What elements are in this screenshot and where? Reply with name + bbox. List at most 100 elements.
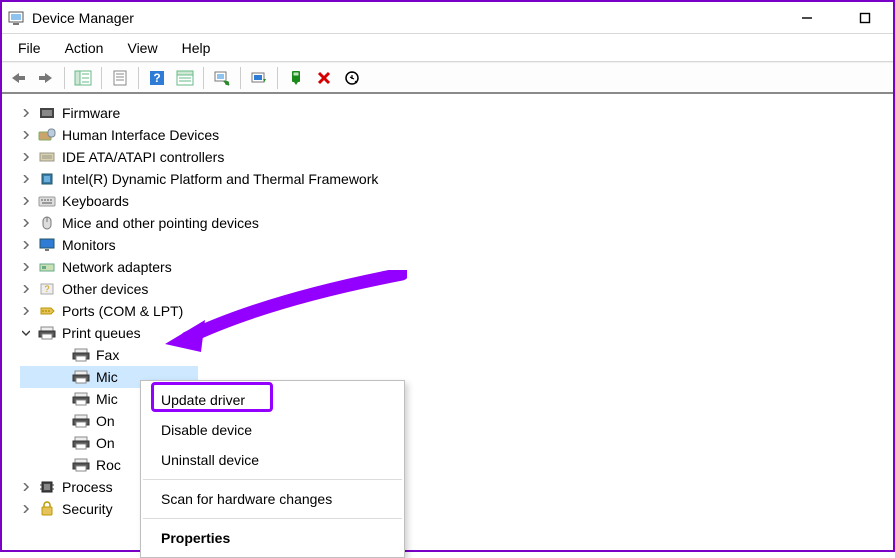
- tree-node-intel-dptf[interactable]: Intel(R) Dynamic Platform and Thermal Fr…: [20, 168, 889, 190]
- disable-device-button[interactable]: [339, 65, 365, 91]
- security-icon: [38, 501, 56, 517]
- firmware-icon: [38, 105, 56, 121]
- scan-hardware-button[interactable]: [209, 65, 235, 91]
- tree-label: Monitors: [62, 237, 116, 253]
- tree-label: Other devices: [62, 281, 148, 297]
- tree-node-monitors[interactable]: Monitors: [20, 234, 889, 256]
- chevron-right-icon[interactable]: [20, 305, 32, 317]
- context-scan-hardware[interactable]: Scan for hardware changes: [141, 484, 404, 514]
- properties-button[interactable]: [107, 65, 133, 91]
- chevron-right-icon[interactable]: [20, 195, 32, 207]
- toolbar-separator: [64, 67, 65, 89]
- tree-label: Mic: [96, 369, 118, 385]
- back-button[interactable]: [5, 65, 31, 91]
- tree-node-ports[interactable]: Ports (COM & LPT): [20, 300, 889, 322]
- processor-icon: [38, 479, 56, 495]
- device-tree[interactable]: Firmware Human Interface Devices IDE ATA…: [2, 94, 893, 550]
- port-icon: [38, 303, 56, 319]
- tree-node-printer[interactable]: Mic: [20, 388, 145, 410]
- tree-node-print-queues[interactable]: Print queues: [20, 322, 889, 344]
- tree-node-printer[interactable]: On: [20, 410, 145, 432]
- tree-node-printer[interactable]: Roc: [20, 454, 145, 476]
- printer-icon: [72, 413, 90, 429]
- tree-label: Roc: [96, 457, 121, 473]
- tree-label: Keyboards: [62, 193, 129, 209]
- tree-label: Mic: [96, 391, 118, 407]
- menu-action[interactable]: Action: [53, 36, 116, 60]
- tree-node-mice[interactable]: Mice and other pointing devices: [20, 212, 889, 234]
- toolbar-separator: [240, 67, 241, 89]
- tree-label: Print queues: [62, 325, 141, 341]
- printer-icon: [72, 369, 90, 385]
- tree-node-printer[interactable]: On: [20, 432, 145, 454]
- chevron-right-icon[interactable]: [20, 173, 32, 185]
- tree-label: Intel(R) Dynamic Platform and Thermal Fr…: [62, 171, 378, 187]
- menu-file[interactable]: File: [6, 36, 53, 60]
- chevron-down-icon[interactable]: [20, 327, 32, 339]
- menubar: File Action View Help: [2, 34, 893, 62]
- network-icon: [38, 259, 56, 275]
- chevron-right-icon[interactable]: [20, 261, 32, 273]
- context-uninstall-device[interactable]: Uninstall device: [141, 445, 404, 475]
- menu-view[interactable]: View: [115, 36, 169, 60]
- tree-label: Network adapters: [62, 259, 172, 275]
- context-disable-device[interactable]: Disable device: [141, 415, 404, 445]
- chevron-right-icon[interactable]: [20, 107, 32, 119]
- tree-label: On: [96, 435, 115, 451]
- toolbar-separator: [203, 67, 204, 89]
- printer-icon: [72, 347, 90, 363]
- tree-node-ide[interactable]: IDE ATA/ATAPI controllers: [20, 146, 889, 168]
- other-device-icon: ?: [38, 281, 56, 297]
- maximize-button[interactable]: [847, 4, 883, 32]
- tree-label: Human Interface Devices: [62, 127, 219, 143]
- help-button[interactable]: ?: [144, 65, 170, 91]
- printer-icon: [72, 457, 90, 473]
- tree-node-other[interactable]: ? Other devices: [20, 278, 889, 300]
- minimize-button[interactable]: [789, 4, 825, 32]
- context-update-driver[interactable]: Update driver: [141, 385, 404, 415]
- chevron-right-icon[interactable]: [20, 151, 32, 163]
- tree-node-firmware[interactable]: Firmware: [20, 102, 889, 124]
- chevron-right-icon[interactable]: [20, 129, 32, 141]
- chevron-right-icon[interactable]: [20, 283, 32, 295]
- printer-icon: [72, 435, 90, 451]
- context-menu: Update driver Disable device Uninstall d…: [140, 380, 405, 558]
- menu-help[interactable]: Help: [170, 36, 223, 60]
- chip-icon: [38, 171, 56, 187]
- forward-button[interactable]: [33, 65, 59, 91]
- chevron-right-icon[interactable]: [20, 239, 32, 251]
- tree-label: Process: [62, 479, 113, 495]
- show-hide-tree-button[interactable]: [70, 65, 96, 91]
- toolbar: ?: [2, 62, 893, 94]
- monitor-icon: [38, 237, 56, 253]
- printer-icon: [72, 391, 90, 407]
- context-separator: [143, 518, 402, 519]
- tree-label: Firmware: [62, 105, 120, 121]
- chevron-right-icon[interactable]: [20, 481, 32, 493]
- tree-label: On: [96, 413, 115, 429]
- context-separator: [143, 479, 402, 480]
- tree-node-hid[interactable]: Human Interface Devices: [20, 124, 889, 146]
- toolbar-separator: [277, 67, 278, 89]
- chevron-right-icon[interactable]: [20, 217, 32, 229]
- tree-node-processors[interactable]: Process: [20, 476, 145, 498]
- enable-device-button[interactable]: [283, 65, 309, 91]
- tree-label: IDE ATA/ATAPI controllers: [62, 149, 224, 165]
- hid-icon: [38, 127, 56, 143]
- keyboard-icon: [38, 193, 56, 209]
- tree-label: Fax: [96, 347, 119, 363]
- tree-node-security[interactable]: Security: [20, 498, 145, 520]
- printer-icon: [38, 325, 56, 341]
- action-button[interactable]: [172, 65, 198, 91]
- tree-label: Security: [62, 501, 113, 517]
- tree-node-keyboards[interactable]: Keyboards: [20, 190, 889, 212]
- tree-node-fax[interactable]: Fax: [20, 344, 889, 366]
- update-driver-button[interactable]: [246, 65, 272, 91]
- chevron-right-icon[interactable]: [20, 503, 32, 515]
- tree-node-network[interactable]: Network adapters: [20, 256, 889, 278]
- titlebar: Device Manager: [2, 2, 893, 34]
- tree-label: Ports (COM & LPT): [62, 303, 183, 319]
- context-properties[interactable]: Properties: [141, 523, 404, 553]
- svg-text:?: ?: [44, 284, 49, 294]
- uninstall-device-button[interactable]: [311, 65, 337, 91]
